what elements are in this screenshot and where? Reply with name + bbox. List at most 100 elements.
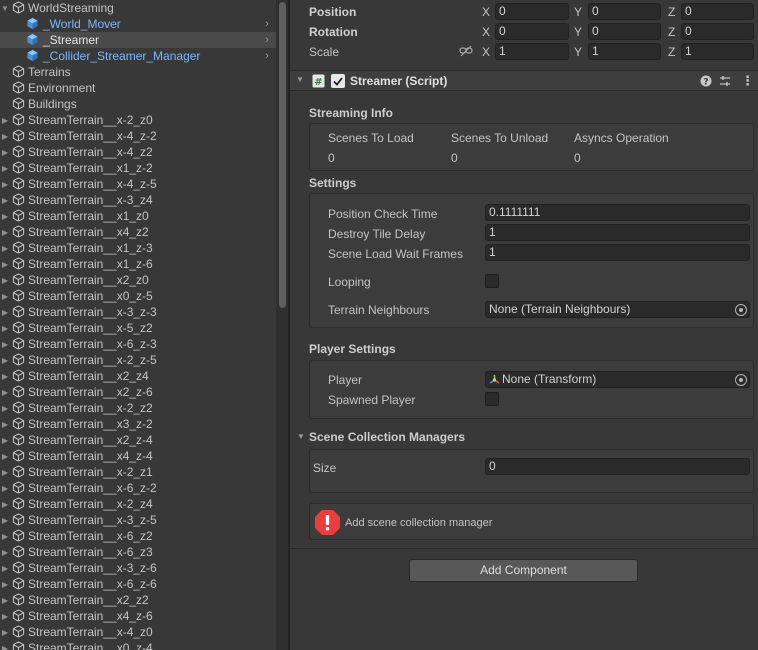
expand-arrow-right-icon[interactable]: ▶: [0, 528, 10, 544]
hierarchy-item-terrain[interactable]: ▶ StreamTerrain__x-3_z4: [0, 192, 276, 208]
scrollbar-thumb[interactable]: [279, 2, 286, 308]
hierarchy-item-terrain[interactable]: ▶ StreamTerrain__x2_z-6: [0, 384, 276, 400]
hierarchy-scrollbar[interactable]: [276, 0, 288, 650]
hierarchy-item-terrain[interactable]: ▶ StreamTerrain__x0_z-5: [0, 288, 276, 304]
expand-arrow-right-icon[interactable]: ▶: [0, 128, 10, 144]
expand-arrow-down-icon[interactable]: ▼: [296, 75, 304, 84]
hierarchy-item-streamer[interactable]: _Streamer ›: [0, 32, 276, 48]
rotation-z-field[interactable]: 0: [681, 23, 754, 40]
hierarchy-item-terrain[interactable]: ▶ StreamTerrain__x3_z-2: [0, 416, 276, 432]
expand-arrow-right-icon[interactable]: ▶: [0, 176, 10, 192]
expand-arrow-right-icon[interactable]: ▶: [0, 624, 10, 640]
expand-arrow-right-icon[interactable]: ▶: [0, 432, 10, 448]
expand-arrow-right-icon[interactable]: ▶: [0, 384, 10, 400]
expand-arrow-right-icon[interactable]: ▶: [0, 304, 10, 320]
expand-arrow-right-icon[interactable]: ▶: [0, 416, 10, 432]
position-x-field[interactable]: 0: [495, 3, 569, 20]
expand-arrow-right-icon[interactable]: ▶: [0, 448, 10, 464]
terrain-neighbours-field[interactable]: None (Terrain Neighbours): [485, 301, 750, 318]
expand-arrow-right-icon[interactable]: ▶: [0, 512, 10, 528]
object-picker-icon[interactable]: [735, 374, 747, 386]
hierarchy-item-terrain[interactable]: ▶ StreamTerrain__x4_z-4: [0, 448, 276, 464]
hierarchy-item-environment[interactable]: Environment: [0, 80, 276, 96]
add-scene-collection-box[interactable]: Add scene collection manager: [309, 503, 754, 540]
expand-arrow-right-icon[interactable]: ▶: [0, 464, 10, 480]
chevron-right-icon[interactable]: ›: [262, 32, 272, 48]
scene-load-wait-frames-field[interactable]: 1: [485, 244, 750, 261]
expand-arrow-right-icon[interactable]: ▶: [0, 192, 10, 208]
expand-arrow-right-icon[interactable]: ▶: [0, 256, 10, 272]
expand-arrow-right-icon[interactable]: ▶: [0, 592, 10, 608]
expand-arrow-right-icon[interactable]: ▶: [0, 320, 10, 336]
hierarchy-item-terrain[interactable]: ▶ StreamTerrain__x4_z2: [0, 224, 276, 240]
expand-arrow-right-icon[interactable]: ▶: [0, 368, 10, 384]
preset-sliders-icon[interactable]: [719, 75, 731, 87]
scene-collection-managers-title[interactable]: Scene Collection Managers: [309, 429, 465, 445]
hierarchy-item-collider-streamer-manager[interactable]: _Collider_Streamer_Manager ›: [0, 48, 276, 64]
expand-arrow-down-icon[interactable]: ▼: [0, 0, 10, 16]
hierarchy-item-terrain[interactable]: ▶ StreamTerrain__x-2_z-5: [0, 352, 276, 368]
expand-arrow-right-icon[interactable]: ▶: [0, 224, 10, 240]
rotation-x-field[interactable]: 0: [495, 23, 569, 40]
hierarchy-item-terrain[interactable]: ▶ StreamTerrain__x1_z-6: [0, 256, 276, 272]
hierarchy-item-terrain[interactable]: ▶ StreamTerrain__x-2_z0: [0, 112, 276, 128]
hierarchy-item-terrain[interactable]: ▶ StreamTerrain__x-3_z-5: [0, 512, 276, 528]
expand-arrow-right-icon[interactable]: ▶: [0, 112, 10, 128]
position-z-field[interactable]: 0: [681, 3, 754, 20]
hierarchy-item-terrain[interactable]: ▶ StreamTerrain__x-5_z2: [0, 320, 276, 336]
hierarchy-item-terrain[interactable]: ▶ StreamTerrain__x0_z-4: [0, 640, 276, 650]
expand-arrow-right-icon[interactable]: ▶: [0, 272, 10, 288]
chevron-right-icon[interactable]: ›: [262, 16, 272, 32]
hierarchy-item-worldstreaming[interactable]: ▼ WorldStreaming: [0, 0, 276, 16]
hierarchy-item-terrain[interactable]: ▶ StreamTerrain__x2_z2: [0, 592, 276, 608]
expand-arrow-right-icon[interactable]: ▶: [0, 160, 10, 176]
hierarchy-item-terrains[interactable]: Terrains: [0, 64, 276, 80]
expand-arrow-right-icon[interactable]: ▶: [0, 496, 10, 512]
hierarchy-item-terrain[interactable]: ▶ StreamTerrain__x-4_z0: [0, 624, 276, 640]
destroy-tile-delay-field[interactable]: 1: [485, 224, 750, 241]
looping-checkbox[interactable]: [485, 274, 499, 288]
expand-arrow-right-icon[interactable]: ▶: [0, 352, 10, 368]
hierarchy-item-terrain[interactable]: ▶ StreamTerrain__x1_z0: [0, 208, 276, 224]
hierarchy-item-terrain[interactable]: ▶ StreamTerrain__x-6_z2: [0, 528, 276, 544]
hierarchy-item-terrain[interactable]: ▶ StreamTerrain__x2_z0: [0, 272, 276, 288]
scale-z-field[interactable]: 1: [681, 43, 754, 60]
hierarchy-item-terrain[interactable]: ▶ StreamTerrain__x-6_z-3: [0, 336, 276, 352]
hierarchy-item-terrain[interactable]: ▶ StreamTerrain__x1_z-2: [0, 160, 276, 176]
hierarchy-item-terrain[interactable]: ▶ StreamTerrain__x-2_z2: [0, 400, 276, 416]
scale-x-field[interactable]: 1: [495, 43, 569, 60]
help-icon[interactable]: ?: [700, 75, 712, 87]
hierarchy-item-world-mover[interactable]: _World_Mover ›: [0, 16, 276, 32]
hierarchy-item-terrain[interactable]: ▶ StreamTerrain__x2_z-4: [0, 432, 276, 448]
position-check-time-field[interactable]: 0.1111111: [485, 204, 750, 221]
spawned-player-checkbox[interactable]: [485, 392, 499, 406]
component-enabled-checkbox[interactable]: [331, 74, 345, 88]
hierarchy-item-buildings[interactable]: Buildings: [0, 96, 276, 112]
rotation-y-field[interactable]: 0: [588, 23, 661, 40]
hierarchy-item-terrain[interactable]: ▶ StreamTerrain__x-3_z-6: [0, 560, 276, 576]
hierarchy-item-terrain[interactable]: ▶ StreamTerrain__x1_z-3: [0, 240, 276, 256]
expand-arrow-right-icon[interactable]: ▶: [0, 608, 10, 624]
component-header[interactable]: ▼ # Streamer (Script) ? ⋮: [290, 70, 758, 91]
kebab-menu-icon[interactable]: ⋮: [741, 73, 754, 89]
hierarchy-item-terrain[interactable]: ▶ StreamTerrain__x-3_z-3: [0, 304, 276, 320]
expand-arrow-right-icon[interactable]: ▶: [0, 480, 10, 496]
expand-arrow-down-icon[interactable]: ▼: [297, 432, 305, 441]
expand-arrow-right-icon[interactable]: ▶: [0, 560, 10, 576]
expand-arrow-right-icon[interactable]: ▶: [0, 208, 10, 224]
expand-arrow-right-icon[interactable]: ▶: [0, 400, 10, 416]
expand-arrow-right-icon[interactable]: ▶: [0, 544, 10, 560]
expand-arrow-right-icon[interactable]: ▶: [0, 144, 10, 160]
player-field[interactable]: None (Transform): [485, 371, 750, 388]
expand-arrow-right-icon[interactable]: ▶: [0, 288, 10, 304]
add-component-button[interactable]: Add Component: [409, 559, 638, 582]
chevron-right-icon[interactable]: ›: [262, 48, 272, 64]
expand-arrow-right-icon[interactable]: ▶: [0, 576, 10, 592]
hierarchy-item-terrain[interactable]: ▶ StreamTerrain__x-6_z-2: [0, 480, 276, 496]
size-field[interactable]: 0: [485, 458, 750, 475]
expand-arrow-right-icon[interactable]: ▶: [0, 240, 10, 256]
position-y-field[interactable]: 0: [588, 3, 661, 20]
hierarchy-item-terrain[interactable]: ▶ StreamTerrain__x-2_z1: [0, 464, 276, 480]
hierarchy-item-terrain[interactable]: ▶ StreamTerrain__x-4_z-5: [0, 176, 276, 192]
hierarchy-item-terrain[interactable]: ▶ StreamTerrain__x-6_z3: [0, 544, 276, 560]
